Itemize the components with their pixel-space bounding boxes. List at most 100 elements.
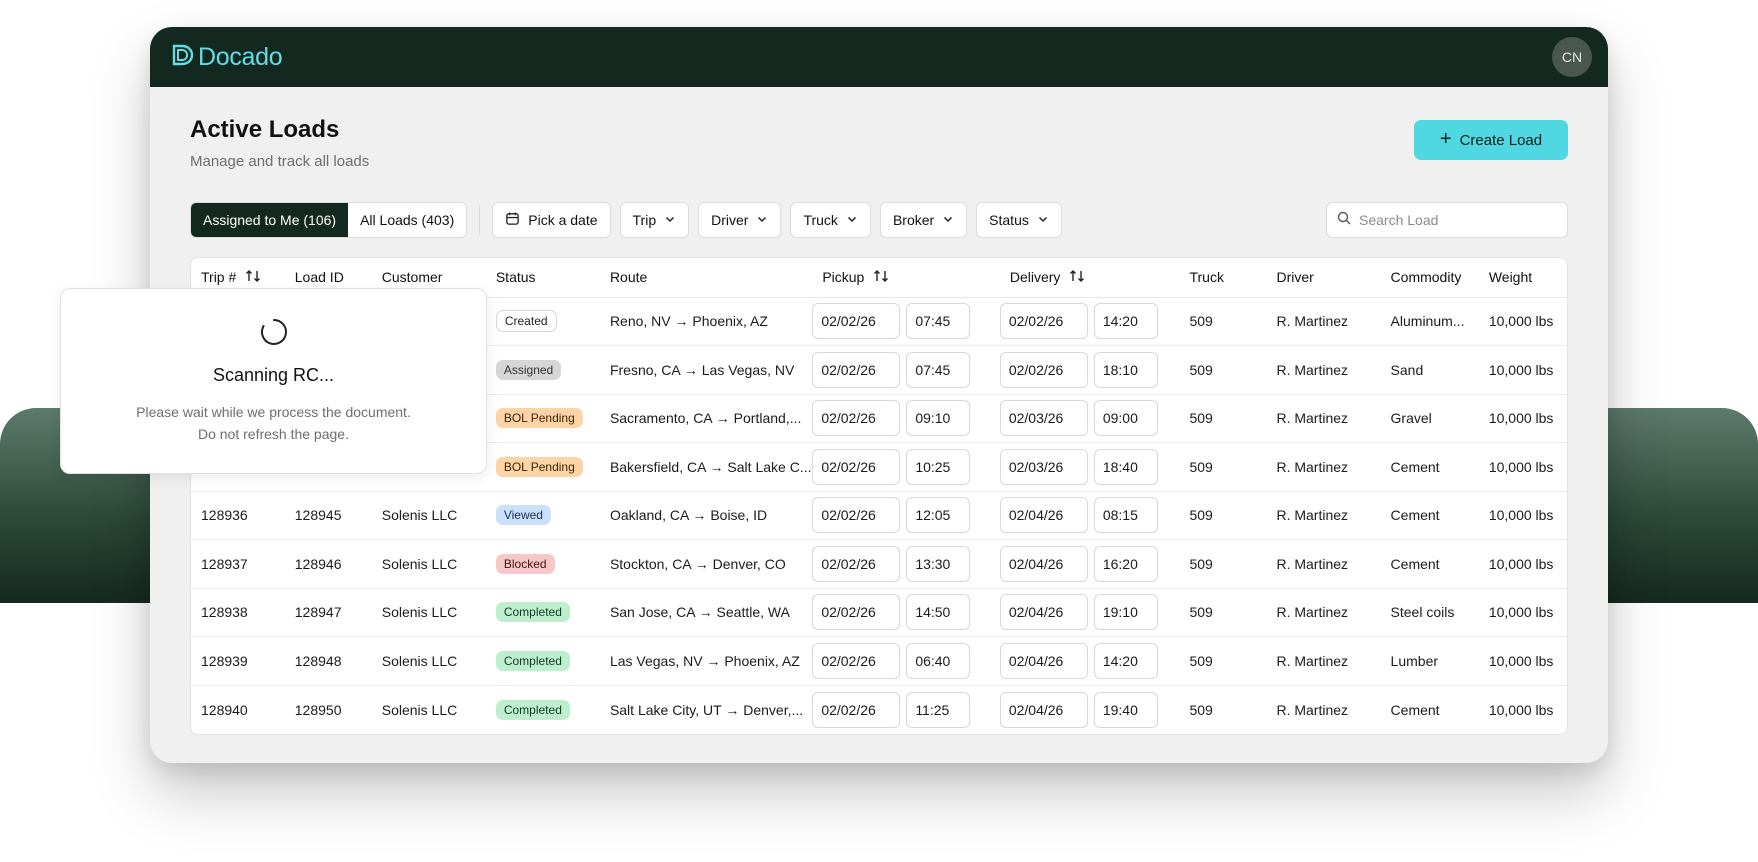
cell-pickup: 02/02/26 06:40	[812, 636, 1000, 686]
chevron-down-icon	[756, 212, 768, 228]
delivery-date-field[interactable]: 02/04/26	[999, 594, 1088, 631]
cell-trip: 128940	[201, 701, 248, 718]
chevron-down-icon	[942, 212, 954, 228]
pickup-date-field[interactable]: 02/02/26	[812, 642, 901, 679]
plus-icon: +	[1439, 128, 1452, 150]
pickup-date-field[interactable]: 02/02/26	[812, 448, 901, 485]
cell-trip: 128938	[191, 588, 285, 637]
search-input[interactable]	[1359, 212, 1549, 228]
trip-filter[interactable]: Trip	[619, 202, 690, 238]
sort-icon[interactable]	[1069, 269, 1085, 286]
cell-driver: R. Martinez	[1266, 394, 1381, 443]
delivery-date-field[interactable]: 02/04/26	[999, 545, 1088, 582]
cell-delivery: 02/04/26 14:20	[999, 636, 1180, 686]
delivery-date-field[interactable]: 02/02/26	[999, 351, 1088, 388]
cell-driver: R. Martinez	[1266, 491, 1381, 540]
tab-assigned-to-me[interactable]: Assigned to Me (106)	[191, 203, 349, 237]
pickup-date-field[interactable]: 02/02/26	[812, 303, 901, 340]
cell-truck: 509	[1179, 442, 1267, 492]
cell-delivery: 02/02/26 18:10	[999, 345, 1180, 395]
cell-route: Oakland, CA → Boise, ID	[599, 491, 813, 540]
delivery-time-field[interactable]: 09:00	[1093, 400, 1158, 437]
cell-delivery: 02/04/26 16:20	[999, 539, 1180, 589]
status-badge: Viewed	[495, 505, 551, 526]
pickup-date-field[interactable]: 02/02/26	[812, 351, 901, 388]
truck-filter[interactable]: Truck	[790, 202, 871, 238]
sort-icon[interactable]	[245, 269, 261, 286]
cell-customer: Solenis LLC	[371, 491, 486, 540]
delivery-time-field[interactable]: 18:40	[1093, 448, 1158, 485]
delivery-date-field[interactable]: 02/03/26	[999, 448, 1088, 485]
cell-trip: 128936	[191, 491, 285, 540]
cell-commodity: Cement	[1380, 442, 1479, 492]
status-badge: BOL Pending	[495, 408, 583, 429]
table-row[interactable]: 128939 128948 Solenis LLC Completed Las Vega…	[191, 636, 1567, 686]
delivery-time-field[interactable]: 19:10	[1093, 594, 1158, 631]
cell-pickup: 02/02/26 12:05	[812, 491, 1000, 540]
create-load-label: Create Load	[1459, 131, 1543, 149]
cell-load-id: 128948	[284, 636, 372, 686]
cell-status: Viewed	[485, 491, 600, 540]
status-badge: Completed	[495, 650, 570, 671]
pickup-time-field[interactable]: 06:40	[906, 642, 971, 679]
cell-customer: Solenis LLC	[371, 588, 486, 637]
avatar[interactable]: CN	[1552, 37, 1592, 77]
pickup-time-field[interactable]: 09:10	[906, 400, 971, 437]
column-header-pickup[interactable]: Pickup	[812, 258, 1000, 298]
docado-logo-icon	[172, 44, 194, 71]
column-header-delivery[interactable]: Delivery	[999, 258, 1180, 298]
cell-status: BOL Pending	[485, 442, 600, 492]
column-header-truck: Truck	[1179, 258, 1267, 298]
delivery-date-field[interactable]: 02/04/26	[999, 642, 1088, 679]
status-badge: BOL Pending	[495, 456, 583, 477]
table-row[interactable]: 128936 128945 Solenis LLC Viewed Oakland, CA…	[191, 491, 1567, 540]
pickup-date-field[interactable]: 02/02/26	[812, 400, 901, 437]
delivery-time-field[interactable]: 14:20	[1093, 303, 1158, 340]
pickup-date-field[interactable]: 02/02/26	[812, 497, 901, 534]
pickup-time-field[interactable]: 07:45	[906, 303, 971, 340]
delivery-time-field[interactable]: 16:20	[1093, 545, 1158, 582]
delivery-date-field[interactable]: 02/04/26	[999, 497, 1088, 534]
cell-weight: 10,000 lbs	[1478, 539, 1567, 589]
delivery-time-field[interactable]: 19:40	[1093, 691, 1158, 728]
cell-driver: R. Martinez	[1266, 297, 1381, 346]
pickup-time-field[interactable]: 14:50	[906, 594, 971, 631]
trip-filter-label: Trip	[632, 212, 657, 228]
pickup-date-field[interactable]: 02/02/26	[812, 545, 901, 582]
pickup-date-field[interactable]: 02/02/26	[812, 691, 901, 728]
pickup-time-field[interactable]: 10:25	[906, 448, 971, 485]
create-load-button[interactable]: + Create Load	[1414, 120, 1568, 160]
delivery-date-field[interactable]: 02/03/26	[999, 400, 1088, 437]
pickup-time-field[interactable]: 11:25	[906, 691, 971, 728]
pickup-time-field[interactable]: 13:30	[906, 545, 971, 582]
cell-customer: Solenis LLC	[371, 539, 486, 589]
sort-icon[interactable]	[873, 269, 889, 286]
pickup-time-field[interactable]: 12:05	[906, 497, 971, 534]
broker-filter[interactable]: Broker	[879, 202, 968, 238]
table-row[interactable]: 128937 128946 Solenis LLC Blocked Stockton, …	[191, 539, 1567, 589]
delivery-time-field[interactable]: 14:20	[1093, 642, 1158, 679]
delivery-date-field[interactable]: 02/02/26	[999, 303, 1088, 340]
pickup-time-field[interactable]: 07:45	[906, 351, 971, 388]
broker-filter-label: Broker	[892, 212, 935, 228]
driver-filter-label: Driver	[711, 212, 749, 228]
status-filter[interactable]: Status	[976, 202, 1062, 238]
cell-trip: 128937	[191, 539, 285, 589]
pickup-date-field[interactable]: 02/02/26	[812, 594, 901, 631]
cell-route: Sacramento, CA → Portland,...	[599, 394, 813, 443]
cell-delivery: 02/04/26 19:40	[999, 685, 1180, 734]
tab-all-loads[interactable]: All Loads (403)	[348, 203, 466, 237]
brand[interactable]: Docado	[172, 43, 283, 72]
cell-pickup: 02/02/26 09:10	[812, 394, 1000, 443]
delivery-time-field[interactable]: 08:15	[1093, 497, 1158, 534]
search-icon	[1337, 211, 1351, 230]
driver-filter[interactable]: Driver	[698, 202, 782, 238]
table-row[interactable]: 128938 128947 Solenis LLC Completed San Jose…	[191, 588, 1567, 637]
column-header-weight: Weight	[1478, 258, 1567, 298]
cell-customer: Solenis LLC	[381, 701, 458, 718]
cell-status: Completed	[485, 636, 600, 686]
date-picker-button[interactable]: Pick a date	[492, 202, 611, 238]
table-row[interactable]: 128940 128950 Solenis LLC Completed Salt Lak…	[191, 685, 1567, 734]
delivery-date-field[interactable]: 02/04/26	[999, 691, 1088, 728]
delivery-time-field[interactable]: 18:10	[1093, 351, 1158, 388]
